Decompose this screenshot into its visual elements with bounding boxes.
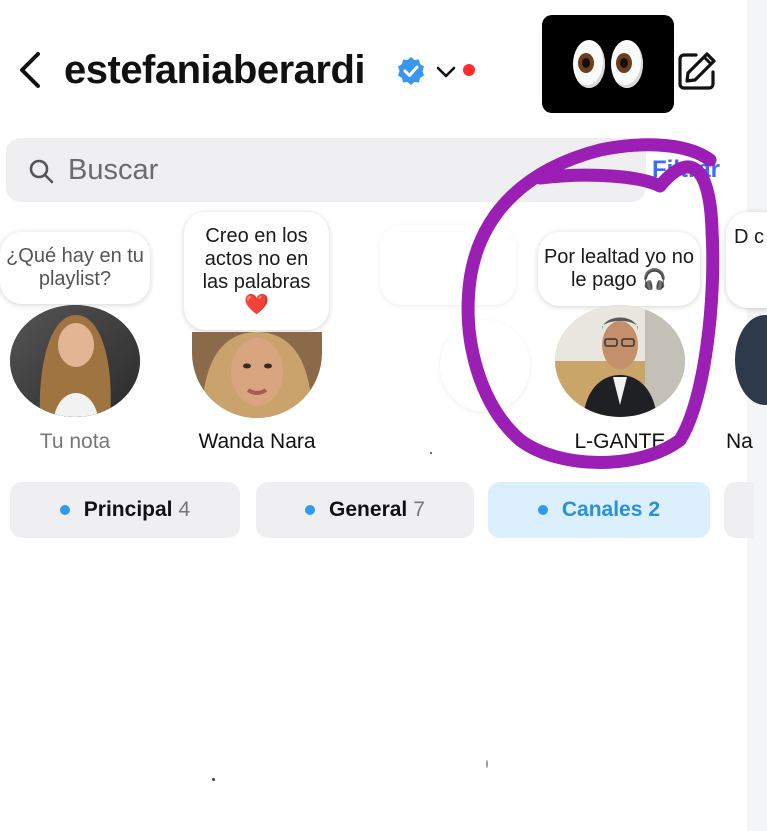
unread-dot — [59, 505, 70, 515]
header: estefaniaberardi — [0, 0, 747, 130]
scroll-edge — [747, 0, 767, 831]
unread-dot — [537, 505, 548, 515]
speck — [212, 778, 215, 781]
tab-principal[interactable]: Principal 4 — [10, 482, 240, 538]
avatar[interactable] — [440, 320, 530, 412]
note-text: Creo en los actos no en las palabras ❤️ — [202, 225, 311, 316]
search-input[interactable]: Buscar — [68, 152, 158, 188]
verified-badge-icon — [398, 57, 424, 85]
note-owner-name: Tu nota — [39, 430, 111, 453]
note-text: Por lealtad yo no le pago 🎧 — [543, 246, 695, 291]
eye-icon — [573, 40, 605, 88]
note-bubble[interactable]: ¿Qué hay en tu playlist? — [0, 232, 150, 304]
search-bar[interactable]: Buscar — [6, 138, 646, 202]
avatar[interactable] — [10, 305, 140, 417]
note-text: ¿Qué hay en tu playlist? — [6, 245, 144, 290]
note-owner-name: Wanda Nara — [198, 430, 316, 453]
chevron-down-icon[interactable] — [434, 60, 458, 84]
note-text: D c s — [734, 226, 767, 248]
note-bubble[interactable]: Creo en los actos no en las palabras ❤️ — [184, 212, 329, 330]
tab-label: Principal — [83, 498, 173, 521]
note-bubble[interactable]: D c s — [726, 212, 767, 308]
unread-dot — [305, 505, 316, 515]
speck — [430, 452, 432, 454]
tab-more[interactable] — [724, 482, 754, 538]
account-username[interactable]: estefaniaberardi — [64, 46, 366, 94]
avatar[interactable] — [192, 332, 322, 418]
avatar[interactable] — [735, 315, 767, 405]
tab-count: 4 — [178, 498, 191, 521]
tab-canales[interactable]: Canales 2 — [488, 482, 710, 538]
tab-label: General — [329, 498, 408, 521]
chevron-left-icon[interactable] — [14, 48, 50, 92]
compose-icon[interactable] — [676, 50, 718, 92]
filter-button[interactable]: Filtrar — [652, 156, 720, 184]
note-owner-name: Na — [726, 430, 753, 453]
search-icon — [29, 159, 54, 184]
speck — [486, 760, 488, 768]
tab-general[interactable]: General 7 — [256, 482, 474, 538]
eye-icon — [611, 40, 643, 88]
note-bubble[interactable] — [380, 225, 516, 305]
tab-count: 7 — [413, 498, 425, 521]
tab-count: 2 — [648, 498, 661, 521]
note-bubble[interactable]: Por lealtad yo no le pago 🎧 — [538, 232, 700, 306]
tab-label: Canales — [561, 498, 643, 521]
eyes-sticker — [542, 15, 674, 113]
avatar[interactable] — [555, 305, 685, 417]
notification-dot — [463, 64, 475, 76]
note-owner-name: L-GANTE — [574, 430, 666, 453]
